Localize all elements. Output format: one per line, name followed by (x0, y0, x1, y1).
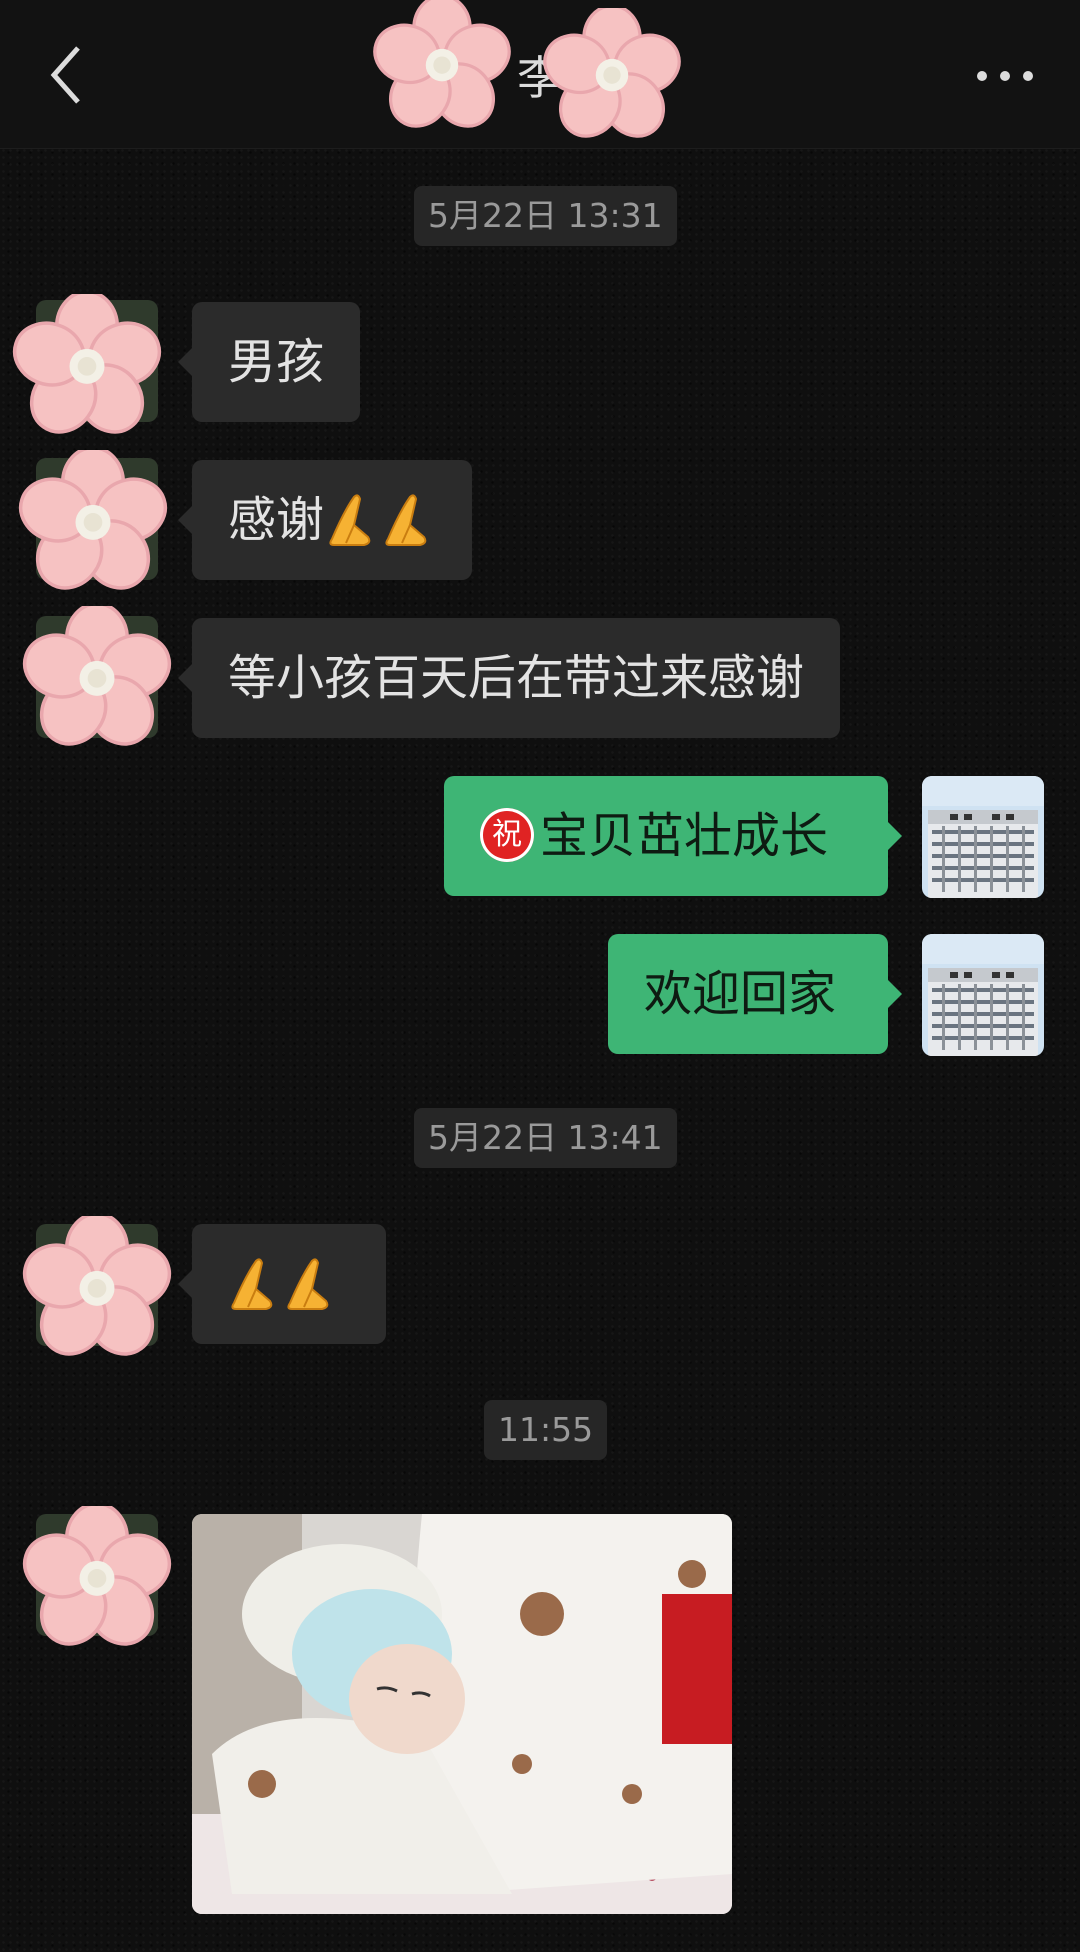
timestamp: 5月22日 13:31 (414, 186, 677, 246)
flower-icon (22, 606, 172, 746)
message-text: 等小孩百天后在带过来感谢 (228, 650, 805, 706)
contact-avatar[interactable] (22, 1216, 172, 1356)
message-text: 欢迎回家 (644, 966, 837, 1022)
message-bubble[interactable] (178, 1224, 386, 1344)
contact-avatar[interactable] (22, 1506, 172, 1646)
folded-hands-icon (287, 1258, 329, 1310)
more-horizontal-icon (977, 71, 1033, 81)
message-text: 男孩 (228, 334, 325, 390)
message-text: 宝贝茁壮成长 (540, 808, 829, 864)
blessing-badge-icon: 祝 (480, 808, 534, 862)
hospital-building-icon (922, 776, 1044, 898)
chat-title: 李 (517, 51, 563, 105)
image-message[interactable] (192, 1514, 732, 1914)
timestamp: 11:55 (484, 1400, 608, 1460)
self-avatar[interactable] (922, 776, 1044, 898)
contact-avatar[interactable] (12, 294, 162, 434)
message-bubble[interactable]: 感谢 (177, 460, 473, 580)
folded-hands-icon (231, 1258, 273, 1310)
flower-icon (535, 4, 689, 150)
flower-icon (22, 1506, 172, 1646)
contact-avatar[interactable] (18, 450, 168, 590)
flower-icon (365, 0, 519, 140)
message-bubble[interactable]: 男孩 (177, 302, 361, 422)
self-avatar[interactable] (922, 934, 1044, 1056)
message-bubble-outgoing[interactable]: 祝宝贝茁壮成长 (444, 776, 902, 896)
flower-icon (22, 1216, 172, 1356)
folded-hands-icon (385, 494, 427, 546)
baby-photo (192, 1514, 732, 1914)
folded-hands-icon (329, 494, 371, 546)
flower-icon (18, 450, 168, 590)
flower-icon (12, 294, 162, 434)
more-button[interactable] (970, 50, 1040, 100)
message-text: 感谢 (228, 492, 325, 548)
message-bubble-outgoing[interactable]: 欢迎回家 (608, 934, 902, 1054)
timestamp: 5月22日 13:41 (414, 1108, 677, 1168)
message-bubble[interactable]: 等小孩百天后在带过来感谢 (177, 618, 841, 738)
chat-header: 李 (0, 0, 1080, 150)
contact-avatar[interactable] (22, 606, 172, 746)
hospital-building-icon (922, 934, 1044, 1056)
